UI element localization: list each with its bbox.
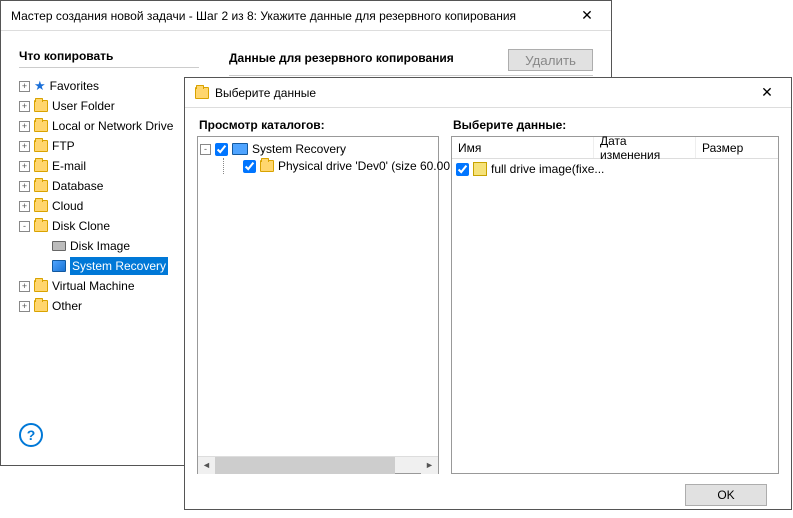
dialog-title-wrap: Выберите данные bbox=[195, 86, 316, 100]
tree-item-label: Disk Clone bbox=[52, 217, 110, 235]
wizard-titlebar: Мастер создания новой задачи - Шаг 2 из … bbox=[1, 1, 611, 31]
tree-toggle[interactable]: + bbox=[19, 281, 30, 292]
tree-item-label: System Recovery bbox=[70, 257, 168, 275]
tree-toggle[interactable]: - bbox=[200, 144, 211, 155]
item-checkbox[interactable] bbox=[215, 143, 228, 156]
file-list[interactable]: full drive image(fixe... bbox=[452, 159, 778, 179]
backup-data-label: Данные для резервного копирования bbox=[229, 51, 500, 65]
wizard-title: Мастер создания новой задачи - Шаг 2 из … bbox=[11, 9, 516, 23]
tree-item[interactable]: Disk Image bbox=[19, 236, 199, 256]
tree-item[interactable]: + Cloud bbox=[19, 196, 199, 216]
ok-button[interactable]: OK bbox=[685, 484, 767, 506]
folder-icon bbox=[34, 180, 48, 192]
tree-item[interactable]: + User Folder bbox=[19, 96, 199, 116]
tree-item[interactable]: + Virtual Machine bbox=[19, 276, 199, 296]
tree-toggle[interactable]: + bbox=[19, 181, 30, 192]
tree-item-label: Virtual Machine bbox=[52, 277, 135, 295]
folder-icon bbox=[34, 160, 48, 172]
browse-catalogs-label: Просмотр каталогов: bbox=[199, 118, 439, 132]
tree-toggle[interactable]: + bbox=[19, 161, 30, 172]
folder-icon bbox=[34, 280, 48, 292]
item-checkbox[interactable] bbox=[456, 163, 469, 176]
tree-toggle[interactable]: + bbox=[19, 141, 30, 152]
close-icon: ✕ bbox=[761, 84, 773, 101]
system-recovery-icon bbox=[52, 260, 66, 272]
help-icon: ? bbox=[27, 427, 36, 443]
column-name[interactable]: Имя bbox=[452, 137, 594, 158]
folder-icon bbox=[260, 160, 274, 172]
folder-icon bbox=[34, 100, 48, 112]
tree-item-label: Cloud bbox=[52, 197, 83, 215]
tree-toggle-placeholder bbox=[37, 261, 48, 272]
dialog-title: Выберите данные bbox=[215, 86, 316, 100]
tree-toggle[interactable]: + bbox=[19, 81, 30, 92]
list-item[interactable]: full drive image(fixe... bbox=[456, 161, 774, 177]
tree-item[interactable]: + Database bbox=[19, 176, 199, 196]
dialog-titlebar: Выберите данные ✕ bbox=[185, 78, 791, 108]
tree-toggle[interactable]: + bbox=[19, 101, 30, 112]
what-to-copy-label: Что копировать bbox=[19, 49, 199, 63]
browse-tree-panel: - System RecoveryPhysical drive 'Dev0' (s… bbox=[197, 136, 439, 474]
tree-item-label: FTP bbox=[52, 137, 75, 155]
folder-icon bbox=[34, 300, 48, 312]
tree-item-label: Disk Image bbox=[70, 237, 130, 255]
folder-icon bbox=[34, 140, 48, 152]
divider bbox=[229, 75, 593, 76]
tree-item-label: Local or Network Drive bbox=[52, 117, 173, 135]
divider bbox=[19, 67, 199, 68]
close-icon: ✕ bbox=[581, 7, 593, 24]
tree-item[interactable]: + ★Favorites bbox=[19, 76, 199, 96]
tree-toggle[interactable]: + bbox=[19, 301, 30, 312]
tree-item[interactable]: + Local or Network Drive bbox=[19, 116, 199, 136]
tree-item[interactable]: + E-mail bbox=[19, 156, 199, 176]
help-button[interactable]: ? bbox=[19, 423, 43, 447]
scrollbar-thumb[interactable] bbox=[215, 457, 395, 474]
file-list-panel: Имя Дата изменения Размер full drive ima… bbox=[451, 136, 779, 474]
browse-item-label: System Recovery bbox=[252, 142, 346, 156]
tree-item[interactable]: - Disk Clone bbox=[19, 216, 199, 236]
browse-tree-item[interactable]: Physical drive 'Dev0' (size 60.00 GB) bbox=[200, 157, 438, 175]
scroll-left-button[interactable]: ◄ bbox=[198, 457, 215, 474]
item-checkbox[interactable] bbox=[243, 160, 256, 173]
tree-toggle-placeholder bbox=[37, 241, 48, 252]
column-size[interactable]: Размер bbox=[696, 137, 778, 158]
dialog-close-button[interactable]: ✕ bbox=[745, 79, 789, 107]
list-item-label: full drive image(fixe... bbox=[491, 162, 604, 176]
drive-image-icon bbox=[473, 162, 487, 176]
tree-toggle-placeholder bbox=[228, 161, 239, 172]
tree-item[interactable]: + Other bbox=[19, 296, 199, 316]
browse-tree-item[interactable]: - System Recovery bbox=[200, 141, 438, 157]
scroll-right-button[interactable]: ► bbox=[421, 457, 438, 474]
tree-item[interactable]: System Recovery bbox=[19, 256, 199, 276]
tree-item[interactable]: + FTP bbox=[19, 136, 199, 156]
folder-icon bbox=[34, 220, 48, 232]
tree-toggle[interactable]: - bbox=[19, 221, 30, 232]
tree-toggle[interactable]: + bbox=[19, 201, 30, 212]
horizontal-scrollbar[interactable]: ◄ ► bbox=[198, 456, 438, 473]
tree-item-label: E-mail bbox=[52, 157, 86, 175]
wizard-close-button[interactable]: ✕ bbox=[565, 2, 609, 30]
tree-item-label: Database bbox=[52, 177, 103, 195]
browse-tree[interactable]: - System RecoveryPhysical drive 'Dev0' (s… bbox=[200, 141, 438, 175]
computer-icon bbox=[232, 143, 248, 155]
folder-icon bbox=[195, 87, 209, 99]
list-header[interactable]: Имя Дата изменения Размер bbox=[452, 137, 778, 159]
star-icon: ★ bbox=[34, 77, 46, 95]
folder-icon bbox=[34, 200, 48, 212]
column-date[interactable]: Дата изменения bbox=[594, 137, 696, 158]
tree-item-label: Other bbox=[52, 297, 82, 315]
browse-item-label: Physical drive 'Dev0' (size 60.00 GB) bbox=[278, 159, 475, 173]
folder-icon bbox=[34, 120, 48, 132]
scrollbar-track[interactable] bbox=[215, 457, 421, 474]
tree-toggle[interactable]: + bbox=[19, 121, 30, 132]
select-data-label: Выберите данные: bbox=[453, 118, 779, 132]
disk-icon bbox=[52, 241, 66, 251]
select-data-dialog: Выберите данные ✕ Просмотр каталогов: - S… bbox=[184, 77, 792, 510]
source-tree[interactable]: + ★Favorites + User Folder + Local or Network… bbox=[19, 76, 199, 316]
tree-item-label: User Folder bbox=[52, 97, 115, 115]
tree-item-label: Favorites bbox=[50, 77, 99, 95]
delete-button[interactable]: Удалить bbox=[508, 49, 593, 71]
